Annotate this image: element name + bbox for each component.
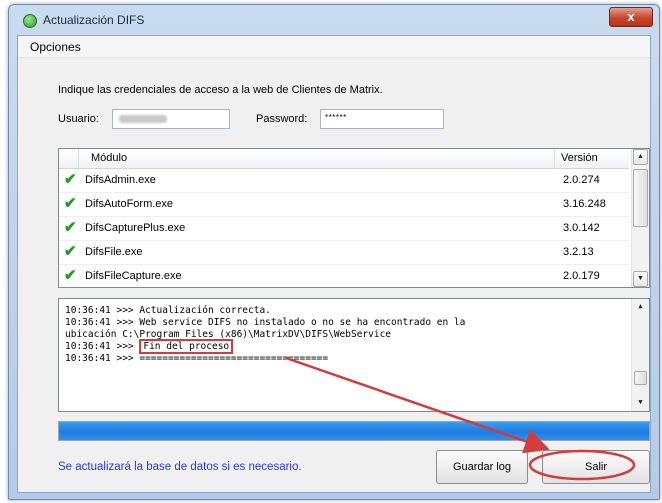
log-scroll-up-button[interactable]: ▲: [633, 299, 648, 315]
module-row[interactable]: ✔ DifsAutoForm.exe 3.16.248: [59, 193, 629, 217]
log-line: 10:36:41 >>> Web service DIFS no instala…: [65, 317, 466, 328]
log-line-prefix: 10:36:41 >>>: [65, 341, 140, 352]
redacted-username: [119, 115, 167, 123]
module-name: DifsFile.exe: [85, 246, 143, 258]
window-client-area: Opciones Indique las credenciales de acc…: [17, 35, 651, 493]
module-row[interactable]: ✔ DifsFile.exe 3.2.13: [59, 241, 629, 265]
title-bar[interactable]: Actualización DIFS x: [9, 5, 659, 35]
module-version: 2.0.274: [563, 174, 600, 186]
password-label: Password:: [256, 113, 308, 125]
module-name: DifsAdmin.exe: [85, 174, 156, 186]
progress-bar: [58, 421, 650, 441]
window-title: Actualización DIFS: [43, 13, 145, 27]
credentials-instructions: Indique las credenciales de acceso a la …: [58, 84, 383, 96]
password-input[interactable]: ******: [320, 109, 444, 129]
module-version: 3.16.248: [563, 198, 606, 210]
module-row[interactable]: ✔ DifsCapturePlus.exe 3.0.142: [59, 217, 629, 241]
update-window: Actualización DIFS x Opciones Indique la…: [8, 4, 660, 500]
check-icon: ✔: [64, 267, 77, 284]
log-output[interactable]: 10:36:41 >>> Actualización correcta. 10:…: [58, 298, 650, 412]
scroll-down-button[interactable]: ▼: [633, 271, 648, 287]
module-version: 2.0.179: [563, 270, 600, 282]
module-row[interactable]: ✔ DifsAdmin.exe 2.0.274: [59, 169, 629, 193]
log-line: 10:36:41 >>> Actualización correcta.: [65, 305, 271, 316]
save-log-button[interactable]: Guardar log: [436, 450, 528, 484]
module-version: 3.0.142: [563, 222, 600, 234]
check-icon: ✔: [64, 171, 77, 188]
check-icon: ✔: [64, 219, 77, 236]
scroll-thumb[interactable]: [633, 169, 648, 227]
modules-list[interactable]: Módulo Versión ✔ DifsAdmin.exe 2.0.274 ✔ Dif…: [58, 148, 650, 289]
module-name: DifsCapturePlus.exe: [85, 222, 186, 234]
header-module[interactable]: Módulo: [81, 149, 555, 169]
progress-fill: [59, 422, 649, 440]
log-lines: 10:36:41 >>> Actualización correcta. 10:…: [65, 305, 621, 365]
module-row[interactable]: ✔ DifsFileCapture.exe 2.0.179: [59, 265, 629, 289]
check-icon: ✔: [64, 195, 77, 212]
module-name: DifsFileCapture.exe: [85, 270, 182, 282]
modules-scrollbar[interactable]: ▲ ▼: [631, 149, 649, 287]
log-line: 10:36:41 >>> ===========================…: [65, 353, 329, 364]
log-scrollbar[interactable]: ▲ ▼: [631, 299, 649, 411]
exit-button[interactable]: Salir: [542, 450, 650, 484]
log-line: 10:36:41 >>> Fin del proceso: [65, 339, 621, 354]
menu-bar: Opciones: [18, 36, 650, 58]
menu-opciones[interactable]: Opciones: [30, 40, 81, 54]
database-update-note: Se actualizará la base de datos si es ne…: [58, 461, 302, 473]
app-icon: [23, 14, 37, 28]
username-label: Usuario:: [58, 113, 99, 125]
log-scroll-thumb[interactable]: [634, 371, 647, 385]
log-scroll-down-button[interactable]: ▼: [633, 395, 648, 411]
module-version: 3.2.13: [563, 246, 594, 258]
check-icon: ✔: [64, 243, 77, 260]
header-status-column[interactable]: [59, 149, 79, 169]
username-input[interactable]: [112, 109, 230, 129]
module-name: DifsAutoForm.exe: [85, 198, 174, 210]
highlighted-end-message: Fin del proceso: [139, 339, 234, 354]
modules-rows: ✔ DifsAdmin.exe 2.0.274 ✔ DifsAutoForm.exe 3.…: [59, 169, 629, 289]
modules-header: Módulo Versión: [59, 149, 629, 169]
header-version[interactable]: Versión: [555, 149, 629, 169]
close-button[interactable]: x: [609, 7, 653, 27]
scroll-up-button[interactable]: ▲: [633, 149, 648, 165]
